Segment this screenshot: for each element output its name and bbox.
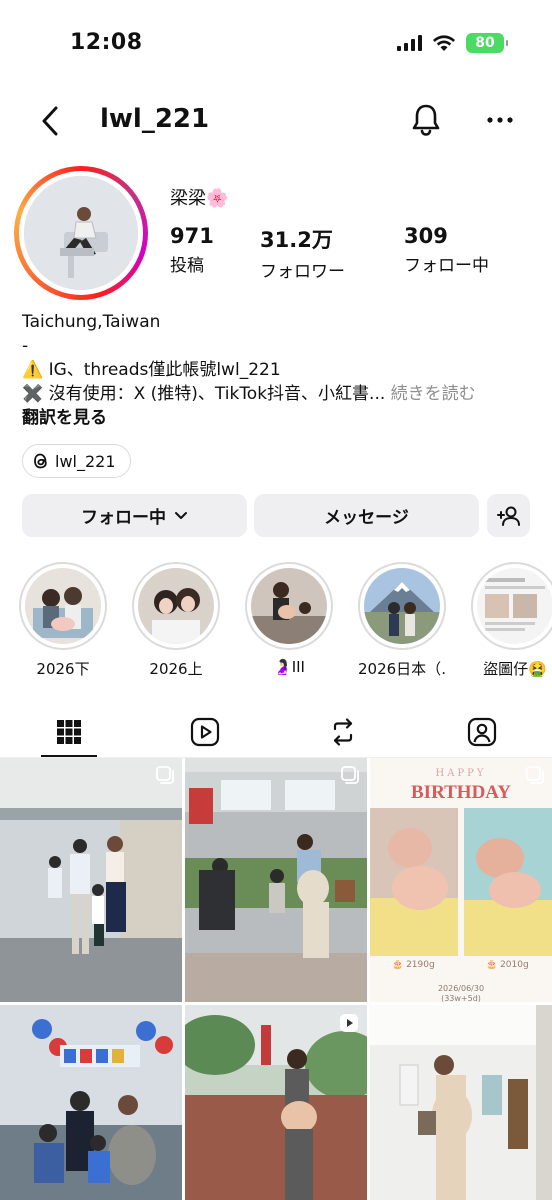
profile-bio: Taichung,Taiwan - ⚠️ IG、threads僅此帳號lwl_2… bbox=[22, 310, 532, 430]
back-arrow-icon[interactable] bbox=[36, 104, 66, 138]
birthday-header-small: HAPPY bbox=[435, 768, 487, 779]
highlight-cover bbox=[477, 568, 552, 644]
highlight-label: 🤰🏻III bbox=[273, 658, 305, 676]
avatar-story-ring[interactable] bbox=[14, 166, 148, 300]
highlight-label: 2026上 bbox=[149, 660, 203, 678]
avatar bbox=[24, 176, 138, 290]
chevron-down-icon bbox=[175, 511, 187, 519]
following-button-label: フォロー中 bbox=[81, 508, 166, 528]
post-thumbnail[interactable]: HAPPY BIRTHDAY 🎂 2190g 🎂 2010g 2026/06/3… bbox=[370, 758, 552, 1002]
highlight-label: 2026日本（… bbox=[358, 660, 446, 678]
threads-link-chip[interactable]: lwl_221 bbox=[22, 444, 131, 478]
following-count[interactable]: 309 フォロー中 bbox=[404, 224, 489, 276]
tab-tagged[interactable] bbox=[452, 706, 512, 758]
followers-count-value: 31.2万 bbox=[260, 228, 333, 252]
add-person-icon bbox=[496, 506, 520, 526]
wifi-icon bbox=[433, 35, 455, 51]
multiple-photos-icon bbox=[156, 766, 174, 784]
threads-icon bbox=[34, 453, 47, 469]
profile-tabs bbox=[0, 706, 552, 758]
tab-reposts[interactable] bbox=[313, 706, 373, 758]
bio-location: Taichung,Taiwan bbox=[22, 312, 161, 332]
posts-count-value: 971 bbox=[170, 224, 214, 248]
cellular-signal-icon bbox=[397, 35, 422, 51]
highlight-label: 盜圖仔🤮 bbox=[483, 660, 547, 678]
highlight-item[interactable]: 2026上 bbox=[132, 562, 220, 679]
photo-caption-left: 🎂 2190g bbox=[392, 960, 435, 970]
multiple-photos-icon bbox=[526, 766, 544, 784]
repost-icon bbox=[333, 718, 353, 746]
more-options-icon[interactable] bbox=[484, 104, 516, 136]
following-count-value: 309 bbox=[404, 224, 448, 248]
notification-bell-icon[interactable] bbox=[408, 102, 444, 138]
highlight-item[interactable]: 2026下 bbox=[19, 562, 107, 679]
status-icons: 80 bbox=[397, 33, 508, 53]
reel-icon bbox=[340, 1014, 358, 1032]
grid-icon bbox=[57, 720, 81, 744]
reels-play-icon bbox=[190, 717, 220, 747]
following-count-label: フォロー中 bbox=[404, 256, 489, 276]
followers-count[interactable]: 31.2万 フォロワー bbox=[260, 224, 345, 282]
highlight-item[interactable]: 盜圖仔🤮 bbox=[471, 562, 552, 679]
birthday-header: BIRTHDAY bbox=[411, 782, 511, 803]
highlight-cover bbox=[364, 568, 440, 644]
multiple-photos-icon bbox=[341, 766, 359, 784]
message-button[interactable]: メッセージ bbox=[254, 494, 479, 537]
post-thumbnail[interactable] bbox=[185, 758, 367, 1002]
header-username: lwl_221 bbox=[100, 104, 210, 134]
post-thumbnail[interactable] bbox=[0, 1005, 182, 1200]
bio-warning: ⚠️ IG、threads僅此帳號lwl_221 bbox=[22, 360, 281, 380]
bio-not-using: ✖️ 沒有使用：X (推特)、TikTok抖音、小紅書... bbox=[22, 384, 386, 404]
battery-level: 80 bbox=[475, 35, 495, 51]
tagged-person-icon bbox=[467, 717, 497, 747]
status-bar: 12:08 80 bbox=[0, 0, 552, 90]
highlight-cover bbox=[138, 568, 214, 644]
display-name: 梁梁🌸 bbox=[170, 188, 229, 209]
birthday-date-sub: (33w+5d) bbox=[441, 994, 481, 1002]
read-more-link[interactable]: 続きを読む bbox=[385, 384, 476, 404]
profile-header: lwl_221 bbox=[0, 96, 552, 146]
suggest-people-button[interactable] bbox=[487, 494, 530, 537]
highlight-item[interactable]: 🤰🏻III bbox=[245, 562, 333, 676]
birthday-date: 2026/06/30 bbox=[437, 984, 485, 993]
threads-handle: lwl_221 bbox=[55, 451, 116, 471]
posts-count-label: 投稿 bbox=[170, 256, 204, 276]
message-button-label: メッセージ bbox=[324, 508, 409, 528]
battery-icon: 80 bbox=[466, 33, 508, 53]
post-thumbnail[interactable] bbox=[0, 758, 182, 1002]
tab-reels[interactable] bbox=[175, 706, 235, 758]
photo-caption-right: 🎂 2010g bbox=[486, 960, 529, 970]
highlight-item[interactable]: 2026日本（… bbox=[358, 562, 446, 679]
tab-posts-grid[interactable] bbox=[39, 706, 99, 758]
posts-count[interactable]: 971 投稿 bbox=[170, 224, 214, 276]
see-translation-link[interactable]: 翻訳を見る bbox=[22, 406, 532, 430]
post-thumbnail[interactable] bbox=[370, 1005, 552, 1200]
status-time: 12:08 bbox=[70, 30, 143, 55]
highlight-label: 2026下 bbox=[36, 660, 90, 678]
following-button[interactable]: フォロー中 bbox=[22, 494, 247, 537]
highlight-cover bbox=[251, 568, 327, 644]
post-thumbnail[interactable] bbox=[185, 1005, 367, 1200]
followers-count-label: フォロワー bbox=[260, 262, 345, 282]
active-tab-indicator bbox=[41, 755, 97, 757]
bio-separator: - bbox=[22, 336, 29, 356]
highlight-cover bbox=[25, 568, 101, 644]
bio-truncated-line: ✖️ 沒有使用：X (推特)、TikTok抖音、小紅書... 続きを読む bbox=[22, 382, 532, 406]
